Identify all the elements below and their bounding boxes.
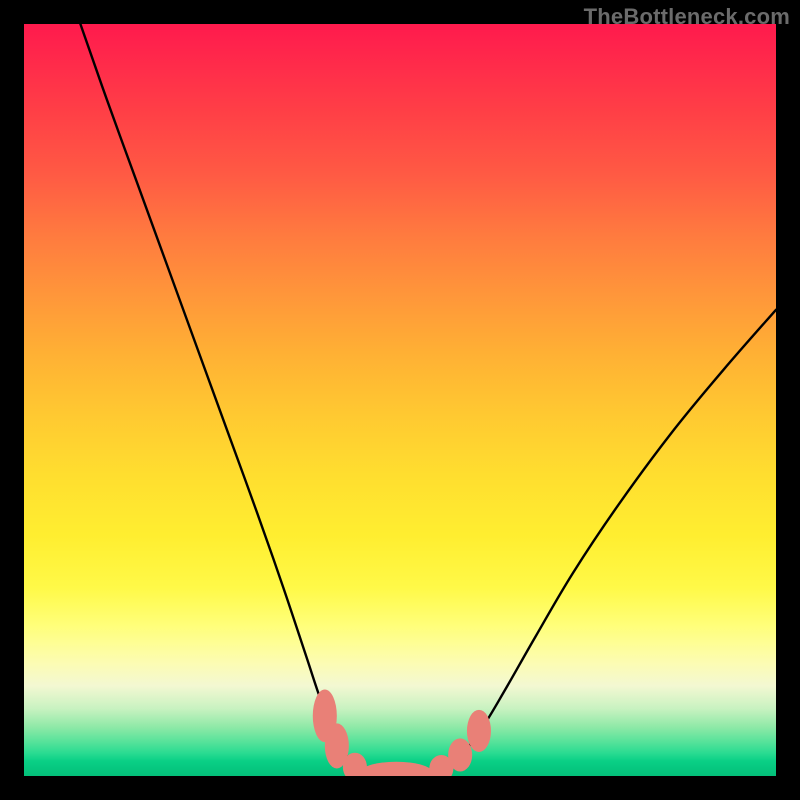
heat-gradient <box>24 24 776 776</box>
watermark-text: TheBottleneck.com <box>584 4 790 30</box>
plot-area <box>24 24 776 776</box>
chart-frame: TheBottleneck.com <box>0 0 800 800</box>
